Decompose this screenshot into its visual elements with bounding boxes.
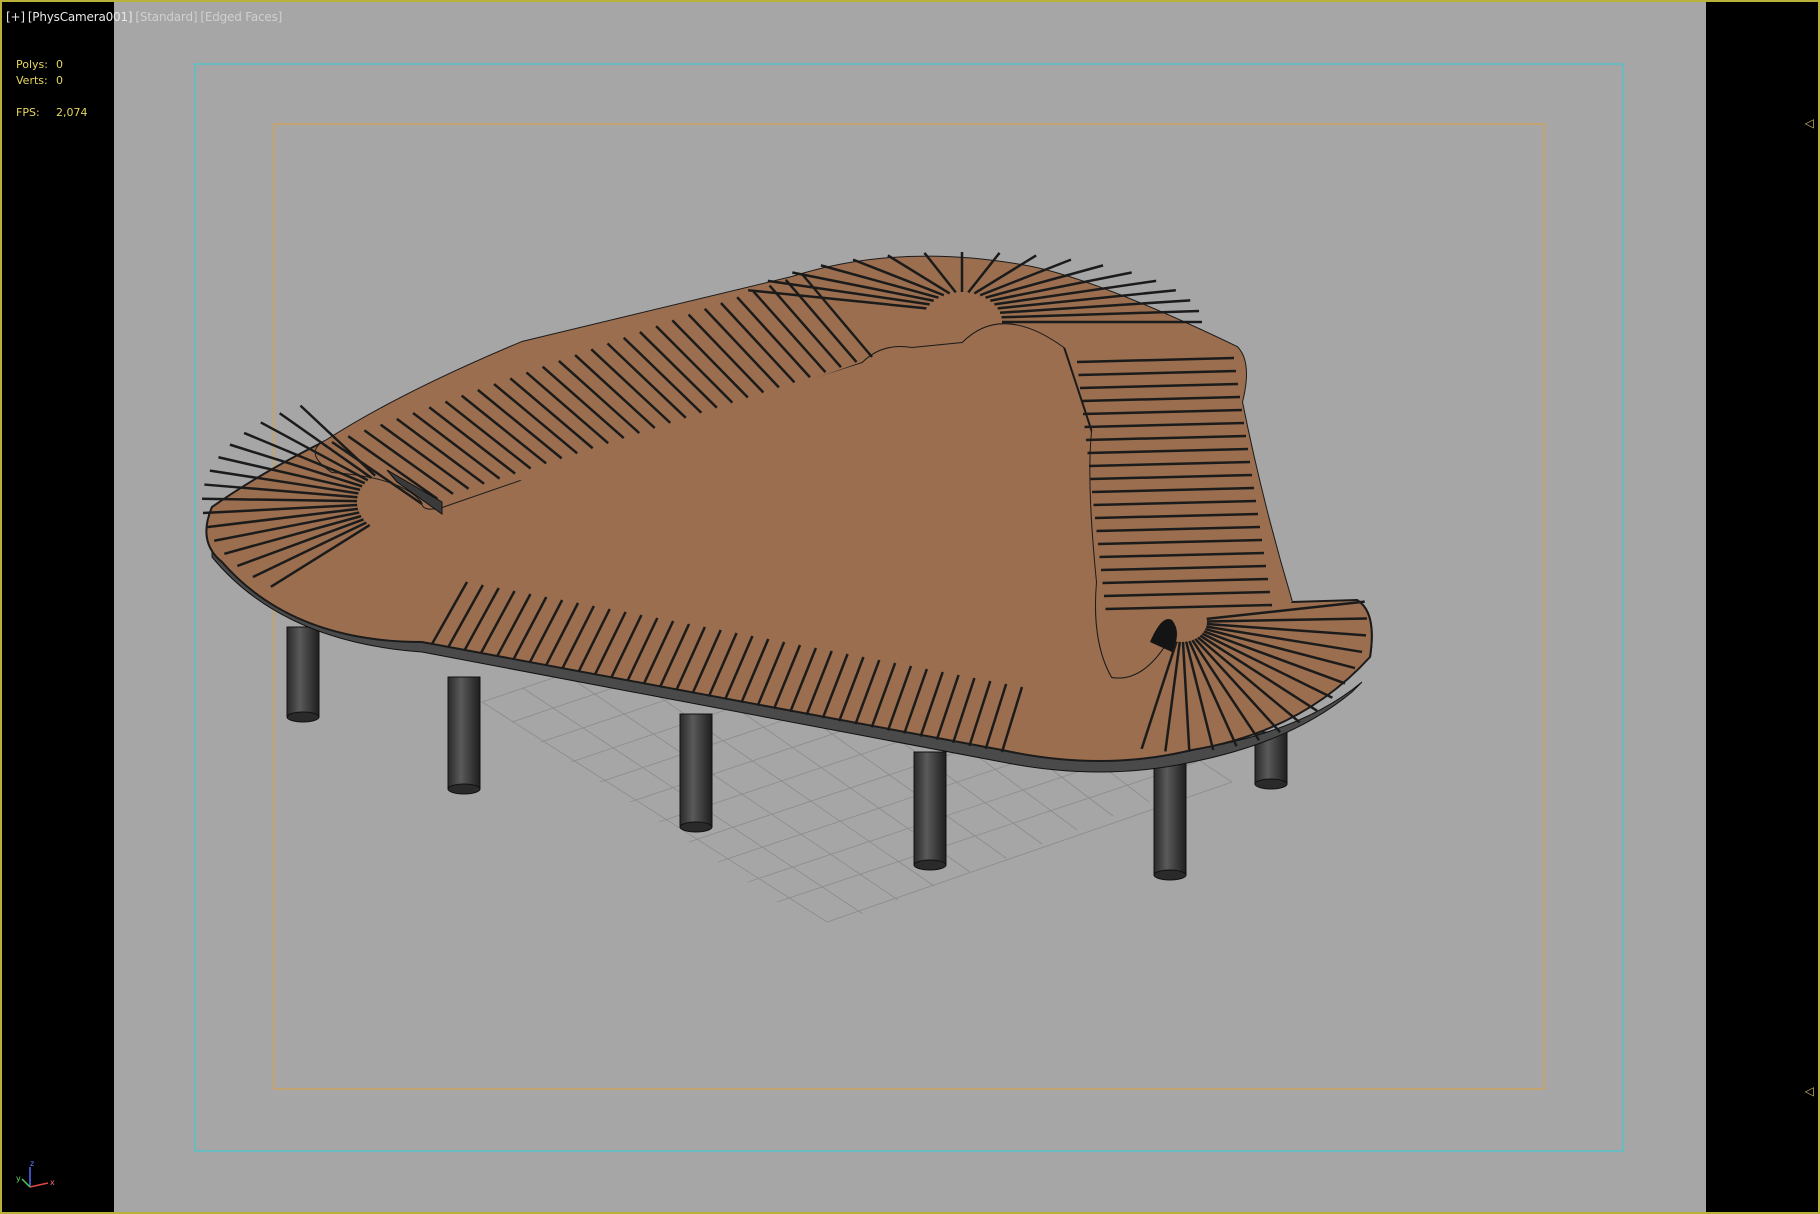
- viewport-camera-menu[interactable]: [PhysCamera001]: [28, 10, 133, 24]
- viewport-shading-menu[interactable]: [Standard]: [135, 10, 197, 24]
- timeline-marker-icon: ◁: [1804, 1084, 1814, 1098]
- axis-x-line: [29, 1182, 49, 1188]
- axis-z-label: z: [30, 1159, 34, 1168]
- stat-verts-value: 0: [56, 74, 63, 87]
- viewport-display-mode-menu[interactable]: [Edged Faces]: [200, 10, 282, 24]
- viewport-label[interactable]: [+] [PhysCamera001] [Standard] [Edged Faces…: [6, 10, 285, 24]
- viewport-frame[interactable]: [+] [PhysCamera001] [Standard] [Edged Faces…: [0, 0, 1820, 1214]
- timeline-marker-icon: ◁: [1804, 116, 1814, 130]
- stat-polys-value: 0: [56, 58, 63, 71]
- stat-fps-label: FPS:: [16, 106, 40, 119]
- viewport-menu-plus[interactable]: [+]: [6, 10, 25, 24]
- stat-fps-value: 2,074: [56, 106, 88, 119]
- post: [679, 713, 713, 833]
- axis-x-label: x: [50, 1178, 55, 1187]
- stat-verts-label: Verts:: [16, 74, 48, 87]
- scene-render[interactable]: [2, 2, 1818, 1212]
- stat-polys-label: Polys:: [16, 58, 48, 71]
- bench-model: [202, 252, 1373, 773]
- axis-gizmo: z x y: [16, 1159, 55, 1188]
- stat-fps: FPS: 2,074: [16, 106, 88, 119]
- post: [913, 751, 947, 871]
- post: [447, 676, 481, 795]
- axis-y-label: y: [16, 1174, 21, 1183]
- post: [286, 626, 320, 723]
- stat-polys: Polys: 0: [16, 58, 63, 71]
- stat-verts: Verts: 0: [16, 74, 63, 87]
- post: [1153, 761, 1187, 881]
- axis-y-line: [21, 1178, 31, 1188]
